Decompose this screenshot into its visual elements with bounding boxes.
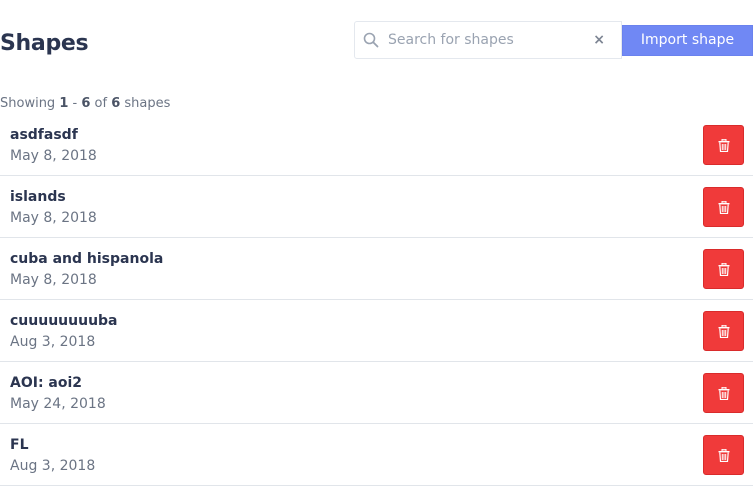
trash-icon [718,387,730,400]
import-shape-button[interactable]: Import shape [622,25,753,56]
trash-icon [718,139,730,152]
list-item[interactable]: FL Aug 3, 2018 [0,424,753,486]
count-to: 6 [81,96,91,111]
count-sep: - [72,96,78,111]
delete-button[interactable] [703,125,744,165]
delete-button[interactable] [703,249,744,289]
search-icon [363,32,379,48]
search-input[interactable] [388,22,588,58]
shape-date: May 8, 2018 [10,210,97,226]
shapes-page: Shapes × Import shape Showing 1 - 6 of 6… [0,0,753,488]
shape-date: May 24, 2018 [10,396,106,412]
trash-icon [718,325,730,338]
delete-button[interactable] [703,435,744,475]
list-item[interactable]: cuuuuuuuuba Aug 3, 2018 [0,300,753,362]
list-item[interactable]: AOI: aoi2 May 24, 2018 [0,362,753,424]
shape-name[interactable]: cuba and hispanola [10,251,163,267]
shape-name[interactable]: asdfasdf [10,127,78,143]
count-prefix: Showing [0,96,56,111]
delete-button[interactable] [703,311,744,351]
count-of: of [94,96,108,111]
result-count: Showing 1 - 6 of 6 shapes [0,96,170,111]
shape-name[interactable]: FL [10,437,28,453]
shape-date: Aug 3, 2018 [10,334,96,350]
count-from: 1 [59,96,69,111]
shape-name[interactable]: cuuuuuuuuba [10,313,118,329]
trash-icon [718,201,730,214]
shape-name[interactable]: islands [10,189,66,205]
delete-button[interactable] [703,373,744,413]
list-item[interactable]: asdfasdf May 8, 2018 [0,114,753,176]
shape-date: May 8, 2018 [10,272,97,288]
page-title: Shapes [0,31,89,56]
count-suffix: shapes [124,96,171,111]
list-item[interactable]: cuba and hispanola May 8, 2018 [0,238,753,300]
delete-button[interactable] [703,187,744,227]
shape-list: asdfasdf May 8, 2018 islands May 8, 2018 [0,114,753,486]
search-box[interactable]: × [354,21,622,59]
trash-icon [718,449,730,462]
shape-name[interactable]: AOI: aoi2 [10,375,82,391]
trash-icon [718,263,730,276]
shape-date: Aug 3, 2018 [10,458,96,474]
list-item[interactable]: islands May 8, 2018 [0,176,753,238]
count-total: 6 [111,96,121,111]
close-icon[interactable]: × [593,33,605,47]
shape-date: May 8, 2018 [10,148,97,164]
